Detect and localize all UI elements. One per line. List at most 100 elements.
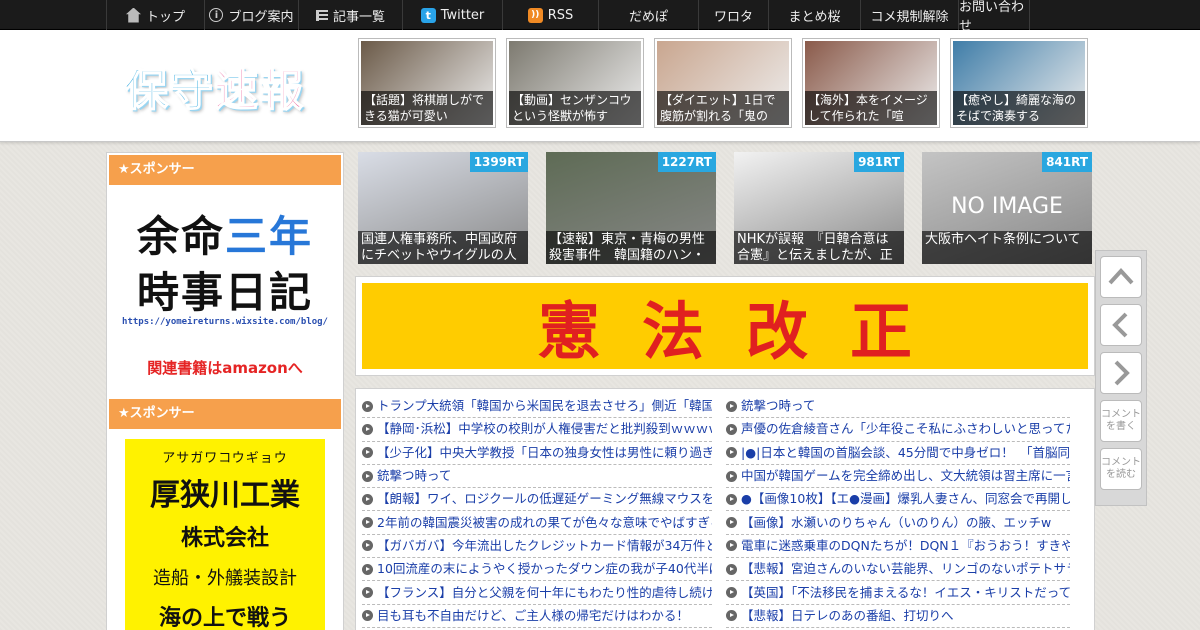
nav-item[interactable]: 記事一覧: [298, 0, 402, 30]
thumbnail-caption: 【動画】センザンコウという怪獣が怖す: [509, 91, 641, 125]
article-title: 【悲報】宮迫さんのいない芸能界、リンゴのないポテトサラダ: [741, 561, 1070, 577]
forward-button[interactable]: [1100, 352, 1142, 394]
article-link[interactable]: 銃撃つ時って: [362, 465, 712, 489]
play-bullet-icon: [726, 470, 737, 482]
top-nav: トップ i ブログ案内 記事一覧 t Twitter)) RSS だめぽ ワロタ まとめ桜 コメ規制…: [0, 0, 1200, 34]
play-bullet-icon: [362, 517, 373, 529]
play-bullet-icon: [726, 540, 737, 552]
article-link[interactable]: 銃撃つ時って: [726, 395, 1070, 419]
play-bullet-icon: [726, 517, 737, 529]
article-title: ●【画像10枚】【エ●漫画】爆乳人妻さん、同窓会で再開した同: [741, 491, 1070, 507]
play-bullet-icon: [362, 540, 373, 552]
ad-amazon-link[interactable]: 関連書籍はamazonへ: [109, 357, 341, 378]
nav-item[interactable]: まとめ桜: [768, 0, 860, 30]
rt-article[interactable]: NO IMAGE 841RT 大阪市ヘイト条例について: [922, 152, 1092, 264]
ad-company-name: 厚狭川工業: [150, 478, 300, 513]
article-title: 【朗報】ワイ、ロジクールの低遅延ゲーミング無線マウスを買: [377, 491, 712, 507]
play-bullet-icon: [726, 423, 737, 435]
article-title: 電車に迷惑乗車のDQNたちが！DQN１『おうおう！すきや行こ: [741, 537, 1070, 553]
rt-count-badge: 1227RT: [657, 152, 716, 172]
nav-item[interactable]: お問い合わせ: [958, 0, 1030, 34]
play-bullet-icon: [726, 400, 737, 412]
nav-item[interactable]: ワロタ: [698, 0, 768, 30]
nav-item-label: だめぽ: [628, 9, 668, 25]
rt-article[interactable]: 1399RT 国連人権事務所、中国政府にチベットやウイグルの人: [358, 152, 528, 264]
nav-list: トップ i ブログ案内 記事一覧 t Twitter)) RSS だめぽ ワロタ まとめ桜 コメ規制…: [106, 0, 1030, 34]
header-thumbnail[interactable]: 【海外】本をイメージして作られた「喧: [802, 38, 940, 128]
article-link[interactable]: 10回流産の末にようやく授かったダウン症の我が子40代半ば: [362, 558, 712, 582]
article-link[interactable]: 中国が韓国ゲームを完全締め出し、文大統領は習主席に一言も: [726, 465, 1070, 489]
nav-item-label: ワロタ: [713, 9, 753, 25]
constitution-banner[interactable]: 憲法改正: [362, 283, 1088, 369]
article-title: 2年前の韓国震災被害の成れの果てが色々な意味でやばすぎる: [377, 514, 712, 530]
write-comment-button[interactable]: コメントを書く: [1100, 400, 1142, 442]
nav-item[interactable]: コメ規制解除: [860, 0, 958, 30]
ad-description: 造船・外艤装設計: [153, 568, 297, 589]
scroll-up-button[interactable]: [1100, 256, 1142, 298]
nav-item[interactable]: )) RSS: [502, 0, 598, 30]
article-link[interactable]: ●【画像10枚】【エ●漫画】爆乳人妻さん、同窓会で再開した同: [726, 488, 1070, 512]
rt-caption: 【速報】東京・青梅の男性殺害事件 韓国籍のハン・: [546, 231, 716, 264]
nav-item[interactable]: i ブログ案内: [204, 0, 298, 30]
thumbnail-caption: 【ダイエット】1日で腹筋が割れる「鬼の: [657, 91, 789, 125]
rt-caption: NHKが誤報 『日韓合意は合憲』と伝えましたが、正: [734, 231, 904, 264]
header-thumbnail[interactable]: 【癒やし】綺麗な海のそばで演奏する: [950, 38, 1088, 128]
article-title: 中国が韓国ゲームを完全締め出し、文大統領は習主席に一言も: [741, 468, 1070, 484]
header-thumbnails: 【話題】将棋崩しができる猫が可愛い 【動画】センザンコウという怪獣が怖す 【ダイエッ…: [358, 38, 1088, 128]
article-link[interactable]: 【画像】水瀬いのりちゃん（いのりん）の腋、エッチw: [726, 511, 1070, 535]
article-link[interactable]: 【英国】「不法移民を捕まえるな！イエス・キリストだって難: [726, 581, 1070, 605]
header-thumbnail[interactable]: 【動画】センザンコウという怪獣が怖す: [506, 38, 644, 128]
play-bullet-icon: [362, 493, 373, 505]
nav-item-label: トップ: [145, 9, 185, 25]
article-link[interactable]: 【静岡･浜松】中学校の校則が人権侵害だと批判殺到ｗｗｗｗ: [362, 418, 712, 442]
rt-count-badge: 841RT: [1042, 152, 1092, 172]
article-title: 【ガバガバ】今年流出したクレジットカード情報が34万件と去: [377, 537, 712, 553]
play-bullet-icon: [362, 447, 373, 459]
article-link[interactable]: 2年前の韓国震災被害の成れの果てが色々な意味でやばすぎる: [362, 511, 712, 535]
nav-item[interactable]: トップ: [106, 0, 204, 30]
nav-item-label: ブログ案内: [228, 9, 294, 25]
play-bullet-icon: [362, 563, 373, 575]
rt-article[interactable]: 1227RT 【速報】東京・青梅の男性殺害事件 韓国籍のハン・: [546, 152, 716, 264]
article-title: |●|日本と韓国の首脳会談、45分間で中身ゼロ！ 「首脳同士で: [741, 444, 1070, 460]
ad-title-line1: 余命三年: [136, 212, 314, 261]
sponsor-ad-asagawa[interactable]: アサガワコウギョウ 厚狭川工業 株式会社 造船・外艤装設計 海の上で戦う: [125, 439, 325, 630]
article-title: 目も耳も不自由だけど、ご主人様の帰宅だけはわかる！: [377, 607, 689, 623]
play-bullet-icon: [726, 447, 737, 459]
read-comment-button[interactable]: コメントを読む: [1100, 448, 1142, 490]
play-bullet-icon: [726, 587, 737, 599]
article-title: 【英国】「不法移民を捕まえるな！イエス・キリストだって難: [741, 584, 1070, 600]
ad-title-line2: 時事日記: [136, 268, 313, 317]
article-list-right: 銃撃つ時って 声優の佐倉綾音さん「少年役こそ私にふさわしいと思ってた」 |●|日本と…: [726, 395, 1070, 630]
rss-icon: )): [527, 7, 543, 23]
article-title: 【少子化】中央大学教授「日本の独身女性は男性に頼り過ぎ」: [377, 444, 712, 460]
back-button[interactable]: [1100, 304, 1142, 346]
header-thumbnail[interactable]: 【ダイエット】1日で腹筋が割れる「鬼の: [654, 38, 792, 128]
article-link[interactable]: 【ガバガバ】今年流出したクレジットカード情報が34万件と去: [362, 535, 712, 559]
site-logo[interactable]: 保守速報: [123, 54, 304, 118]
rt-article[interactable]: 981RT NHKが誤報 『日韓合意は合憲』と伝えましたが、正: [734, 152, 904, 264]
article-link[interactable]: 目も耳も不自由だけど、ご主人様の帰宅だけはわかる！: [362, 605, 712, 628]
list-icon: [315, 9, 328, 21]
article-link[interactable]: 【悲報】宮迫さんのいない芸能界、リンゴのないポテトサラダ: [726, 558, 1070, 582]
article-link[interactable]: 電車に迷惑乗車のDQNたちが！DQN１『おうおう！すきや行こ: [726, 535, 1070, 559]
play-bullet-icon: [726, 493, 737, 505]
play-bullet-icon: [362, 423, 373, 435]
ad-kana: アサガワコウギョウ: [162, 451, 288, 466]
article-link[interactable]: トランプ大統領「韓国から米国民を退去させろ」側近「韓国の: [362, 395, 712, 419]
article-link[interactable]: |●|日本と韓国の首脳会談、45分間で中身ゼロ！ 「首脳同士で: [726, 442, 1070, 465]
article-link[interactable]: 【フランス】自分と父親を何十年にもわたり性的虐待し続けた: [362, 581, 712, 605]
article-lists: トランプ大統領「韓国から米国民を退去させろ」側近「韓国の 【静岡･浜松】中学校の校…: [355, 388, 1095, 630]
thumbnail-caption: 【話題】将棋崩しができる猫が可愛い: [361, 91, 493, 125]
sponsor-ad-yomei[interactable]: 余命三年 時事日記 https://yomeireturns.wixsite.c…: [109, 185, 341, 399]
popular-rt-row: 1399RT 国連人権事務所、中国政府にチベットやウイグルの人 1227RT 【速報】…: [358, 152, 1092, 264]
nav-item[interactable]: t Twitter: [402, 0, 502, 30]
article-link[interactable]: 声優の佐倉綾音さん「少年役こそ私にふさわしいと思ってた」: [726, 418, 1070, 442]
play-bullet-icon: [362, 610, 373, 622]
article-link[interactable]: 【少子化】中央大学教授「日本の独身女性は男性に頼り過ぎ」: [362, 442, 712, 465]
article-link[interactable]: 【朗報】ワイ、ロジクールの低遅延ゲーミング無線マウスを買: [362, 488, 712, 512]
nav-item[interactable]: だめぽ: [598, 0, 698, 30]
article-link[interactable]: 【悲報】日テレのあの番組、打切りへ: [726, 605, 1070, 628]
header-thumbnail[interactable]: 【話題】将棋崩しができる猫が可愛い: [358, 38, 496, 128]
play-bullet-icon: [362, 470, 373, 482]
